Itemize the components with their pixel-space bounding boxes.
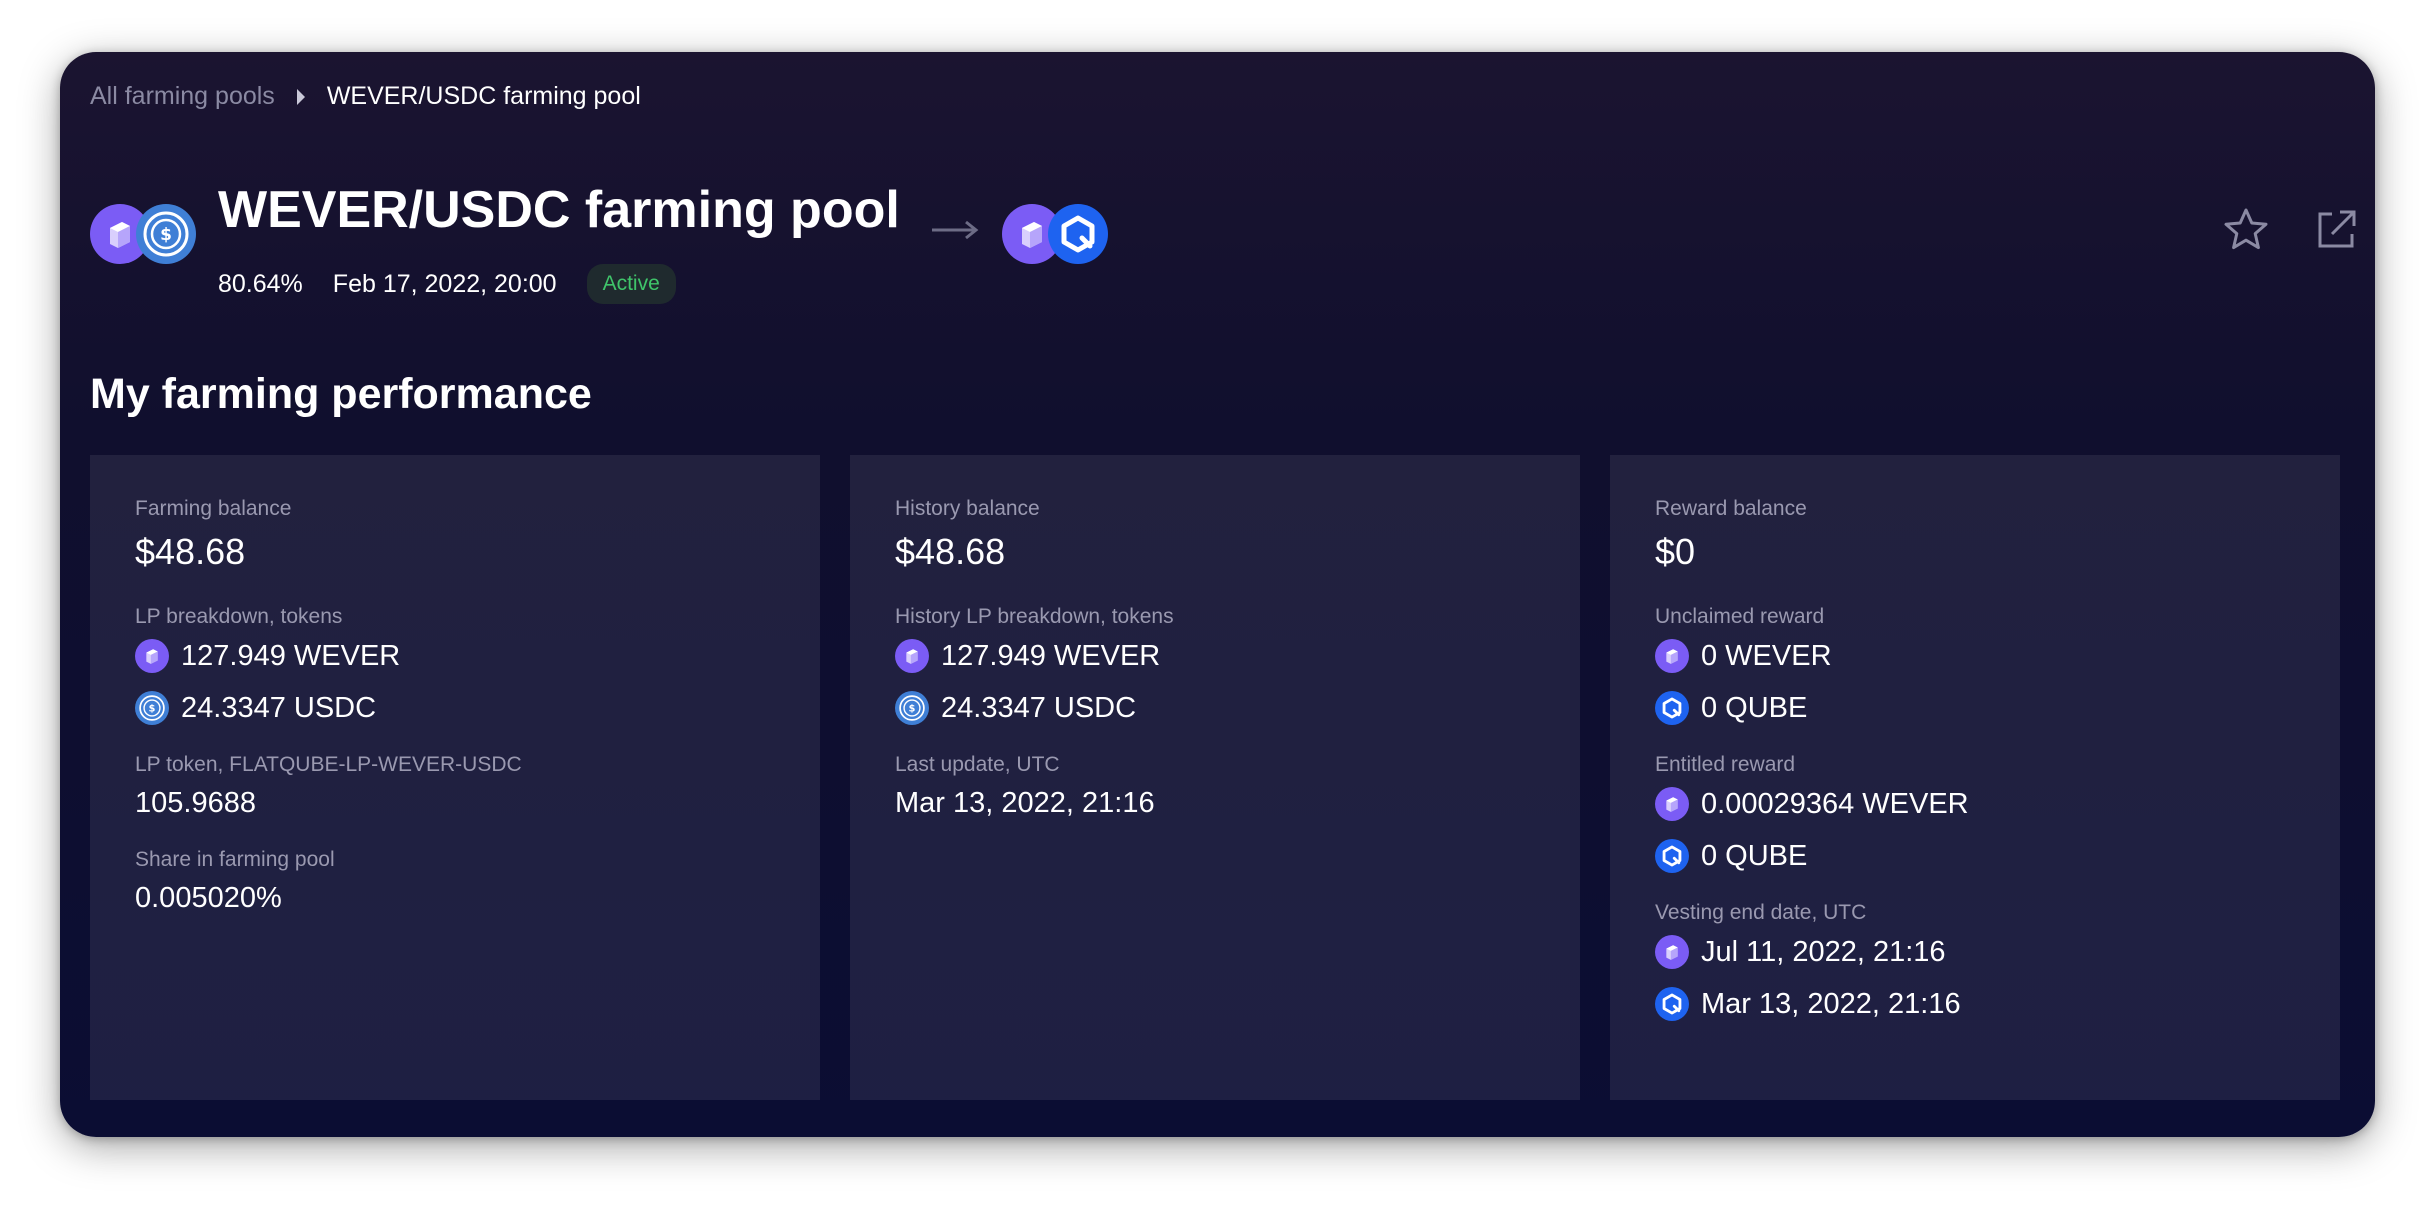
card-field: History balance $48.68 bbox=[895, 497, 1535, 573]
token-row: 127.949 WEVER bbox=[135, 639, 775, 673]
external-link-button[interactable] bbox=[2312, 206, 2360, 254]
field-value: $48.68 bbox=[135, 531, 246, 572]
token-amount: 0.00029364 WEVER bbox=[1701, 787, 1969, 820]
pool-date: Feb 17, 2022, 20:00 bbox=[332, 269, 557, 298]
reward-icons bbox=[1002, 204, 1112, 264]
field-label: Unclaimed reward bbox=[1655, 605, 1825, 628]
performance-card: History balance $48.68 History LP breakdow… bbox=[850, 455, 1580, 1100]
pair-icons: $ bbox=[90, 204, 200, 264]
field-label: Vesting end date, UTC bbox=[1655, 901, 1867, 924]
field-label: Farming balance bbox=[135, 497, 292, 520]
token-row: Jul 11, 2022, 21:16 bbox=[1655, 935, 2295, 969]
header-actions bbox=[2222, 206, 2360, 254]
card-field: Last update, UTC Mar 13, 2022, 21:16 bbox=[895, 753, 1535, 820]
token-row: $ 24.3347 USDC bbox=[135, 691, 775, 725]
wever-icon bbox=[1655, 935, 1689, 969]
field-value: 0.005020% bbox=[135, 882, 282, 914]
field-value: $48.68 bbox=[895, 531, 1006, 572]
breadcrumb: All farming pools WEVER/USDC farming poo… bbox=[90, 82, 641, 111]
page-title: WEVER/USDC farming pool bbox=[218, 181, 900, 239]
qube-icon bbox=[1048, 204, 1108, 264]
token-row: $ 24.3347 USDC bbox=[895, 691, 1535, 725]
card-field: Farming balance $48.68 bbox=[135, 497, 775, 573]
qube-icon bbox=[1655, 691, 1689, 725]
qube-icon bbox=[1655, 987, 1689, 1021]
token-row: 0 QUBE bbox=[1655, 691, 2295, 725]
pool-meta: 80.64% Feb 17, 2022, 20:00 Active bbox=[218, 264, 676, 304]
app-window: All farming pools WEVER/USDC farming poo… bbox=[60, 52, 2375, 1137]
token-amount: Mar 13, 2022, 21:16 bbox=[1701, 987, 1961, 1020]
token-amount: 0 QUBE bbox=[1701, 691, 1808, 724]
field-value: $0 bbox=[1655, 531, 1696, 572]
token-amount: Jul 11, 2022, 21:16 bbox=[1701, 935, 1946, 968]
token-amount: 0 QUBE bbox=[1701, 839, 1808, 872]
performance-cards: Farming balance $48.68 LP breakdown, token… bbox=[90, 455, 2340, 1100]
svg-text:$: $ bbox=[160, 225, 172, 245]
field-label: LP breakdown, tokens bbox=[135, 605, 343, 628]
pool-header: $ WEVER/USDC farming pool 80.64% Feb 17,… bbox=[90, 180, 2360, 310]
wever-icon bbox=[1655, 639, 1689, 673]
token-row: Mar 13, 2022, 21:16 bbox=[1655, 987, 2295, 1021]
usdc-icon: $ bbox=[136, 204, 196, 264]
wever-icon bbox=[1655, 787, 1689, 821]
field-label: LP token, FLATQUBE-LP-WEVER-USDC bbox=[135, 753, 522, 776]
field-value: Mar 13, 2022, 21:16 bbox=[895, 787, 1155, 819]
token-row: 127.949 WEVER bbox=[895, 639, 1535, 673]
field-label: History balance bbox=[895, 497, 1040, 520]
card-field: Entitled reward 0.00029364 WEVER 0 QUBE bbox=[1655, 753, 2295, 873]
star-icon bbox=[2224, 208, 2268, 250]
favorite-star-button[interactable] bbox=[2222, 206, 2270, 254]
field-label: Share in farming pool bbox=[135, 848, 335, 871]
usdc-icon: $ bbox=[135, 691, 169, 725]
token-row: 0 QUBE bbox=[1655, 839, 2295, 873]
performance-card: Reward balance $0 Unclaimed reward 0 WEVER… bbox=[1610, 455, 2340, 1100]
token-amount: 0 WEVER bbox=[1701, 639, 1832, 672]
card-field: History LP breakdown, tokens 127.949 WEV… bbox=[895, 605, 1535, 725]
card-field: LP breakdown, tokens 127.949 WEVER $ 24.… bbox=[135, 605, 775, 725]
token-amount: 24.3347 USDC bbox=[181, 691, 377, 724]
breadcrumb-current: WEVER/USDC farming pool bbox=[326, 82, 641, 110]
field-label: Last update, UTC bbox=[895, 753, 1060, 776]
token-amount: 127.949 WEVER bbox=[181, 639, 401, 672]
qube-icon bbox=[1655, 839, 1689, 873]
card-field: Unclaimed reward 0 WEVER 0 QUBE bbox=[1655, 605, 2295, 725]
token-row: 0 WEVER bbox=[1655, 639, 2295, 673]
breadcrumb-all-pools-link[interactable]: All farming pools bbox=[90, 82, 275, 111]
arrow-right-icon bbox=[932, 220, 979, 240]
card-field: LP token, FLATQUBE-LP-WEVER-USDC 105.9688 bbox=[135, 753, 775, 820]
token-amount: 127.949 WEVER bbox=[941, 639, 1161, 672]
wever-icon bbox=[135, 639, 169, 673]
performance-card: Farming balance $48.68 LP breakdown, token… bbox=[90, 455, 820, 1100]
field-label: History LP breakdown, tokens bbox=[895, 605, 1174, 628]
token-amount: 24.3347 USDC bbox=[941, 691, 1137, 724]
card-field: Reward balance $0 bbox=[1655, 497, 2295, 573]
field-value: 105.9688 bbox=[135, 787, 256, 819]
field-label: Entitled reward bbox=[1655, 753, 1796, 776]
card-field: Share in farming pool 0.005020% bbox=[135, 848, 775, 915]
pool-apr: 80.64% bbox=[218, 269, 303, 298]
usdc-icon: $ bbox=[895, 691, 929, 725]
token-row: 0.00029364 WEVER bbox=[1655, 787, 2295, 821]
wever-icon bbox=[895, 639, 929, 673]
external-link-icon bbox=[2318, 210, 2356, 248]
field-label: Reward balance bbox=[1655, 497, 1807, 520]
svg-text:$: $ bbox=[149, 703, 156, 714]
status-badge: Active bbox=[586, 264, 676, 304]
breadcrumb-separator-icon bbox=[296, 88, 305, 105]
card-field: Vesting end date, UTC Jul 11, 2022, 21:1… bbox=[1655, 901, 2295, 1021]
section-title: My farming performance bbox=[90, 370, 592, 418]
svg-text:$: $ bbox=[909, 703, 916, 714]
